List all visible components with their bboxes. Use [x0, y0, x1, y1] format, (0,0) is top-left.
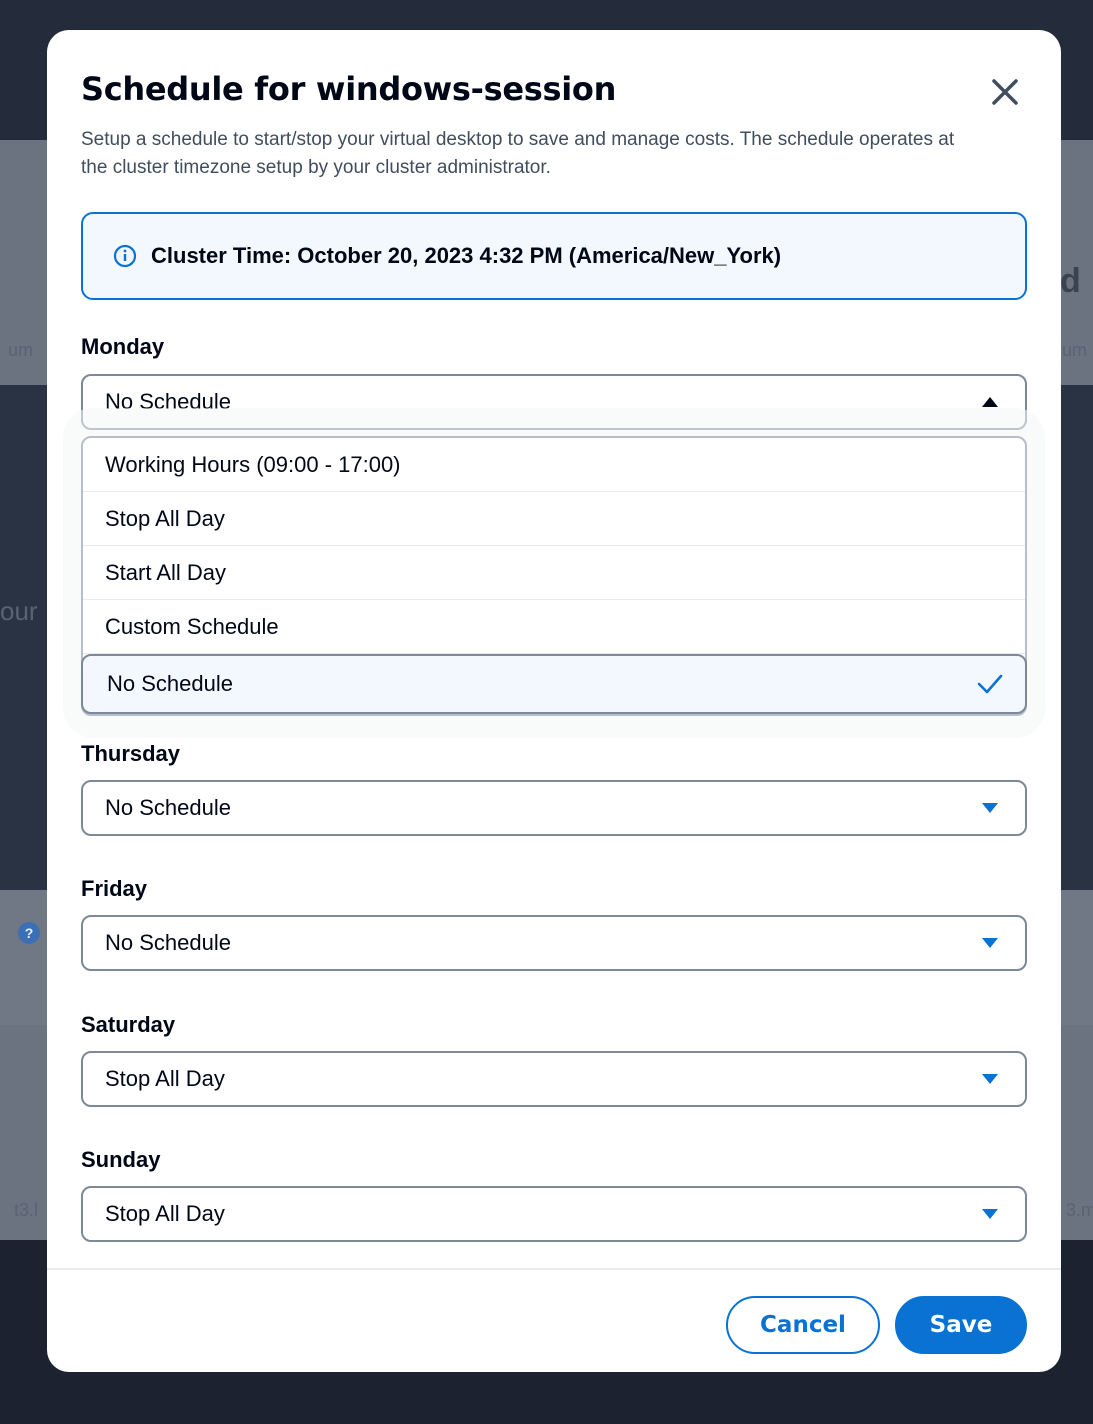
option-label: Start All Day — [105, 559, 227, 585]
schedule-modal: Schedule for windows-session Setup a sch… — [47, 30, 1061, 1372]
option-label: Working Hours (09:00 - 17:00) — [105, 451, 401, 477]
saturday-select[interactable]: Stop All Day — [81, 1051, 1027, 1107]
option-no-schedule[interactable]: No Schedule — [81, 654, 1027, 714]
info-icon — [113, 244, 137, 268]
checkmark-icon — [977, 674, 1003, 694]
friday-select[interactable]: No Schedule — [81, 915, 1027, 971]
sunday-label: Sunday — [81, 1147, 161, 1172]
thursday-label: Thursday — [81, 741, 181, 766]
caret-down-icon — [981, 937, 999, 949]
cancel-button[interactable]: Cancel — [726, 1296, 880, 1354]
bg-fragment: d — [1060, 262, 1081, 300]
saturday-label: Saturday — [81, 1012, 176, 1037]
option-stop-all-day[interactable]: Stop All Day — [83, 492, 1025, 546]
bg-fragment: um — [1062, 340, 1088, 360]
option-label: Custom Schedule — [105, 613, 279, 639]
monday-label: Monday — [81, 334, 165, 359]
close-icon — [992, 79, 1018, 105]
option-start-all-day[interactable]: Start All Day — [83, 546, 1025, 600]
bg-help-icon: ? — [18, 922, 40, 944]
sunday-select[interactable]: Stop All Day — [81, 1186, 1027, 1242]
close-button[interactable] — [985, 72, 1025, 112]
modal-description: Setup a schedule to start/stop your virt… — [81, 129, 955, 178]
caret-down-icon — [981, 1073, 999, 1085]
thursday-select[interactable]: No Schedule — [81, 780, 1027, 836]
modal-title: Schedule for windows-session — [81, 70, 617, 108]
option-label: Stop All Day — [105, 505, 225, 531]
bg-fragment: 3.m — [1066, 1200, 1093, 1220]
modal-header: Schedule for windows-session Setup a sch… — [81, 70, 1031, 182]
monday-dropdown-menu: Working Hours (09:00 - 17:00) Stop All D… — [81, 436, 1027, 716]
save-button[interactable]: Save — [895, 1296, 1027, 1354]
caret-down-icon — [981, 802, 999, 814]
cluster-time-alert: Cluster Time: October 20, 2023 4:32 PM (… — [81, 212, 1027, 300]
caret-up-icon — [981, 396, 999, 408]
friday-label: Friday — [81, 876, 148, 901]
cluster-time-text: Cluster Time: October 20, 2023 4:32 PM (… — [151, 243, 782, 268]
thursday-select-value: No Schedule — [105, 795, 231, 820]
saturday-select-value: Stop All Day — [105, 1066, 225, 1091]
sunday-select-value: Stop All Day — [105, 1201, 225, 1226]
option-label: No Schedule — [107, 671, 233, 696]
option-custom-schedule[interactable]: Custom Schedule — [83, 600, 1025, 654]
bg-fragment: t3.l — [14, 1200, 39, 1220]
friday-select-value: No Schedule — [105, 930, 231, 955]
modal-footer: Cancel Save — [47, 1268, 1061, 1372]
bg-fragment: our — [0, 596, 38, 626]
bg-fragment: um — [8, 340, 34, 360]
option-working-hours[interactable]: Working Hours (09:00 - 17:00) — [83, 438, 1025, 492]
caret-down-icon — [981, 1208, 999, 1220]
